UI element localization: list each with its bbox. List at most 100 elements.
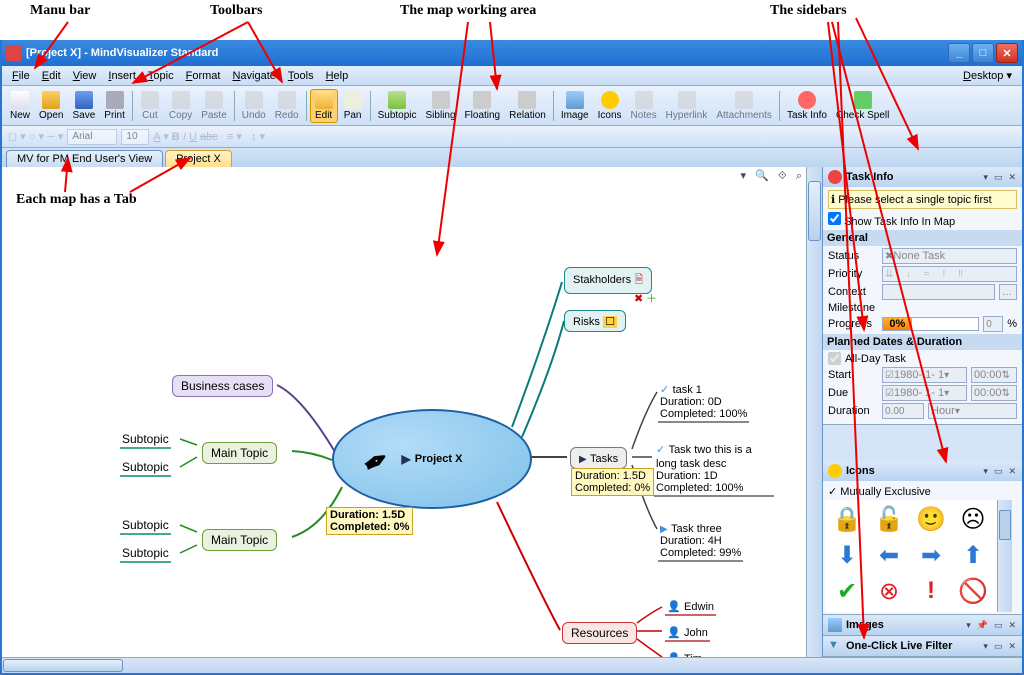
- copy-button[interactable]: Copy: [165, 90, 196, 122]
- minimize-button[interactable]: _: [948, 43, 970, 63]
- icon-arrow-down[interactable]: ⬇: [828, 539, 866, 571]
- edit-mode-button[interactable]: Edit: [310, 89, 338, 123]
- panel-undock-button[interactable]: ▭: [993, 466, 1004, 477]
- node-main-topic-2[interactable]: Main Topic: [202, 529, 277, 551]
- mutex-checkbox[interactable]: ✓ Mutually Exclusive: [825, 483, 1020, 500]
- canvas-zoom-tools[interactable]: ▾ 🔍 ⟐ ⌕: [740, 169, 802, 183]
- paste-button[interactable]: Paste: [197, 90, 231, 122]
- expand-icon[interactable]: ▶: [402, 452, 411, 466]
- menu-format[interactable]: Format: [180, 68, 227, 84]
- panel-menu-button[interactable]: ▾: [982, 641, 989, 652]
- hyperlink-button[interactable]: Hyperlink: [662, 90, 712, 122]
- node-task1[interactable]: ✓ task 1 Duration: 0DCompleted: 100%: [658, 382, 749, 423]
- save-button[interactable]: Save: [68, 90, 99, 122]
- menu-desktop[interactable]: Desktop ▾: [957, 67, 1018, 84]
- redo-button[interactable]: Redo: [271, 90, 303, 122]
- icon-arrow-left[interactable]: ⬅: [870, 539, 908, 571]
- menu-insert[interactable]: Insert: [102, 68, 142, 84]
- progress-num[interactable]: 0: [983, 316, 1003, 332]
- icon-no[interactable]: 🚫: [954, 575, 992, 607]
- text-style-tools[interactable]: A ▾ B I U abc ≡ ▾ ↕ ▾: [153, 130, 265, 143]
- node-task3[interactable]: ▶ Task three Duration: 4HCompleted: 99%: [658, 521, 743, 562]
- close-button[interactable]: ✕: [996, 43, 1018, 63]
- checkspell-button[interactable]: Check Spell: [832, 90, 893, 122]
- tab-project-x[interactable]: Project X: [165, 150, 232, 167]
- panel-close-button[interactable]: ✕: [1007, 172, 1017, 183]
- menu-help[interactable]: Help: [320, 68, 355, 84]
- panel-pin-button[interactable]: 📌: [976, 620, 989, 631]
- menu-edit[interactable]: Edit: [36, 68, 67, 84]
- map-canvas[interactable]: ▾ 🔍 ⟐ ⌕ ✒ ▶: [2, 167, 806, 657]
- panel-close-button[interactable]: ✕: [1007, 641, 1017, 652]
- node-resources[interactable]: Resources: [562, 622, 637, 644]
- relation-button[interactable]: Relation: [505, 90, 550, 122]
- context-browse-button[interactable]: …: [999, 284, 1017, 300]
- node-tasks[interactable]: ▶ Tasks Duration: 1.5DCompleted: 0%: [570, 447, 627, 469]
- notes-button[interactable]: Notes: [627, 90, 661, 122]
- panel-undock-button[interactable]: ▭: [993, 641, 1004, 652]
- show-in-map-checkbox[interactable]: Show Task Info In Map: [828, 216, 955, 228]
- central-topic[interactable]: ✒ ▶ Project X Duration: 1.5DCompleted: 0…: [332, 409, 532, 509]
- menu-file[interactable]: File: [6, 68, 36, 84]
- menu-view[interactable]: View: [67, 68, 103, 84]
- start-date-field[interactable]: ☑1980- 1- 1 ▾: [882, 367, 967, 383]
- due-date-field[interactable]: ☑1980- 1- 1 ▾: [882, 385, 967, 401]
- node-risks[interactable]: Risks ☐: [564, 310, 626, 332]
- icon-exclaim[interactable]: !: [912, 575, 950, 607]
- menu-navigate[interactable]: Navigate: [226, 68, 281, 84]
- status-field[interactable]: ✖ None Task: [882, 248, 1017, 264]
- node-subtopic-4[interactable]: Subtopic: [120, 546, 171, 563]
- icons-scroll[interactable]: [997, 500, 1012, 612]
- progress-bar[interactable]: 0%: [882, 317, 979, 331]
- priority-field[interactable]: ⇊ ↓ = ! ‼: [882, 266, 1017, 282]
- shape-tools[interactable]: ◻ ▾ ○ ▾ ─ ▾: [8, 130, 63, 143]
- icon-x[interactable]: ⊗: [870, 575, 908, 607]
- icon-lock[interactable]: 🔒: [828, 503, 866, 535]
- maximize-button[interactable]: □: [972, 43, 994, 63]
- print-button[interactable]: Print: [100, 90, 129, 122]
- panel-close-button[interactable]: ✕: [1007, 620, 1017, 631]
- panel-undock-button[interactable]: ▭: [993, 620, 1004, 631]
- icon-frown[interactable]: ☹: [954, 503, 992, 535]
- panel-menu-button[interactable]: ▾: [982, 466, 989, 477]
- start-time-field[interactable]: 00:00 ⇅: [971, 367, 1017, 383]
- duration-unit-field[interactable]: Hour ▾: [928, 403, 1017, 419]
- panel-close-button[interactable]: ✕: [1007, 466, 1017, 477]
- menu-tools[interactable]: Tools: [282, 68, 320, 84]
- node-stakeholders-controls[interactable]: ✖ ＋: [634, 290, 657, 306]
- panel-menu-button[interactable]: ▾: [965, 620, 972, 631]
- icon-arrow-up[interactable]: ⬆: [954, 539, 992, 571]
- due-time-field[interactable]: 00:00 ⇅: [971, 385, 1017, 401]
- pan-button[interactable]: Pan: [339, 90, 367, 122]
- open-button[interactable]: Open: [35, 90, 67, 122]
- node-business-cases[interactable]: Business cases: [172, 375, 273, 397]
- node-task2[interactable]: ✓ Task two this is a long task desc Dura…: [654, 442, 774, 497]
- icons-button[interactable]: Icons: [594, 90, 626, 122]
- icon-arrow-right[interactable]: ➡: [912, 539, 950, 571]
- icon-check[interactable]: ✔: [828, 575, 866, 607]
- tab-mv-for-pm[interactable]: MV for PM End User's View: [6, 150, 163, 167]
- panel-menu-button[interactable]: ▾: [982, 172, 989, 183]
- taskinfo-button[interactable]: Task Info: [783, 90, 831, 122]
- image-button[interactable]: Image: [557, 90, 593, 122]
- node-res-john[interactable]: 👤 John: [665, 625, 710, 642]
- icon-smile[interactable]: 🙂: [912, 503, 950, 535]
- icon-unlock[interactable]: 🔓: [870, 503, 908, 535]
- allday-checkbox[interactable]: All-Day Task: [828, 352, 1017, 365]
- titlebar[interactable]: [Project X] - MindVisualizer Standard _ …: [2, 40, 1022, 66]
- sibling-button[interactable]: Sibling: [422, 90, 460, 122]
- canvas-vscroll[interactable]: [806, 167, 822, 657]
- fontsize-field[interactable]: [121, 129, 149, 145]
- attachments-button[interactable]: Attachments: [712, 90, 776, 122]
- node-subtopic-2[interactable]: Subtopic: [120, 460, 171, 477]
- node-subtopic-3[interactable]: Subtopic: [120, 518, 171, 535]
- subtopic-button[interactable]: Subtopic: [374, 90, 421, 122]
- floating-button[interactable]: Floating: [461, 90, 505, 122]
- canvas-hscroll[interactable]: [2, 657, 1022, 673]
- context-field[interactable]: [882, 284, 995, 300]
- new-button[interactable]: New: [6, 90, 34, 122]
- undo-button[interactable]: Undo: [238, 90, 270, 122]
- node-subtopic-1[interactable]: Subtopic: [120, 432, 171, 449]
- expand-icon[interactable]: ▶: [579, 454, 587, 465]
- cut-button[interactable]: Cut: [136, 90, 164, 122]
